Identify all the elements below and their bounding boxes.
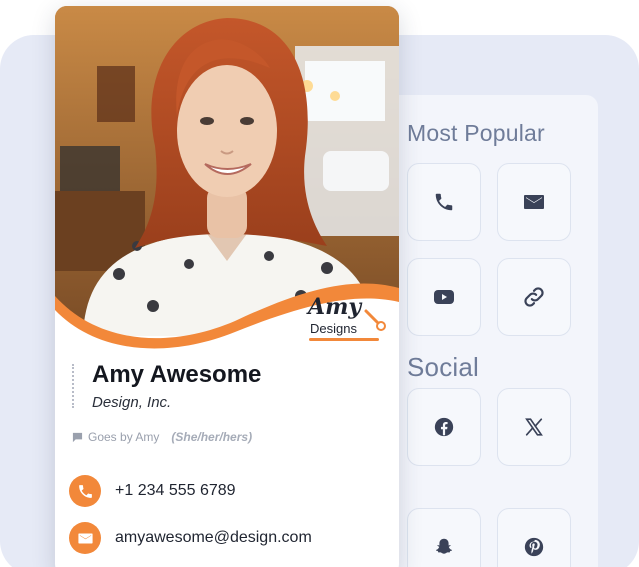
business-card-preview: Amy Designs Amy Awesome Design, Inc. Goe… (55, 6, 399, 567)
email-contact-row[interactable]: amyawesome@design.com (69, 522, 312, 554)
youtube-icon (434, 290, 454, 304)
preferred-name-row: Goes by Amy (She/her/hers) (72, 430, 252, 444)
email-icon (77, 533, 93, 543)
email-icon (524, 195, 544, 209)
x-icon (525, 418, 543, 436)
phone-icon (78, 484, 92, 498)
add-email-tile[interactable] (497, 163, 571, 241)
add-link-tile[interactable] (497, 258, 571, 336)
phone-number-text: +1 234 555 6789 (115, 482, 236, 499)
logo-underline (309, 338, 379, 341)
card-name: Amy Awesome (92, 361, 262, 388)
card-company: Design, Inc. (92, 394, 172, 411)
social-heading: Social (407, 352, 480, 382)
goes-by-text: Goes by Amy (88, 430, 160, 444)
pinterest-icon (524, 537, 544, 557)
email-circle-icon (69, 522, 101, 554)
email-address-text: amyawesome@design.com (115, 529, 312, 546)
paintbrush-icon (364, 309, 386, 331)
phone-icon (435, 193, 453, 211)
link-icon (524, 287, 544, 307)
most-popular-heading: Most Popular (407, 120, 545, 146)
add-facebook-tile[interactable] (407, 388, 481, 466)
header-accent-line (72, 364, 74, 408)
pronouns-text: (She/her/hers) (171, 430, 253, 444)
speech-bubble-icon (72, 432, 83, 442)
snapchat-icon (435, 538, 453, 554)
add-phone-tile[interactable] (407, 163, 481, 241)
logo-text-designs: Designs (310, 321, 357, 336)
logo-text-amy: Amy (308, 294, 362, 320)
add-pinterest-tile[interactable] (497, 508, 571, 567)
company-logo: Amy Designs (305, 294, 389, 354)
phone-circle-icon (69, 475, 101, 507)
add-youtube-tile[interactable] (407, 258, 481, 336)
add-snapchat-tile[interactable] (407, 508, 481, 567)
phone-contact-row[interactable]: +1 234 555 6789 (69, 475, 236, 507)
field-picker-panel: Most Popular Social (392, 95, 598, 567)
facebook-icon (434, 417, 454, 437)
add-x-tile[interactable] (497, 388, 571, 466)
